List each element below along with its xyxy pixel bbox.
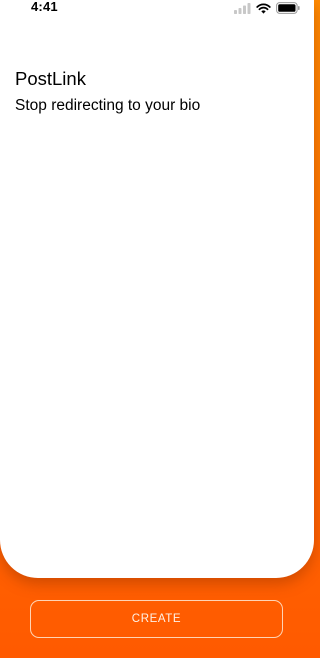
signal-icon	[234, 2, 251, 14]
create-button[interactable]: CREATE	[30, 600, 283, 638]
content-card: 4:41 PostLink Stop redirecting to your b…	[0, 0, 314, 578]
status-icons	[234, 2, 300, 14]
battery-icon	[276, 2, 300, 14]
wifi-icon	[256, 3, 271, 14]
status-time: 4:41	[31, 0, 58, 14]
page-title: PostLink	[15, 68, 86, 89]
page-subtitle: Stop redirecting to your bio	[15, 97, 201, 114]
status-bar: 4:41	[0, 0, 314, 20]
